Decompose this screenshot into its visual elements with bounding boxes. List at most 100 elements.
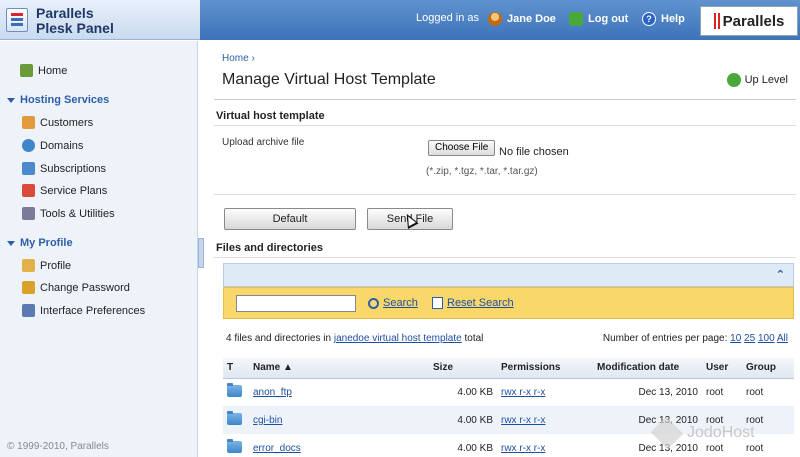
sidebar-item-label: Tools & Utilities — [40, 207, 115, 220]
choose-file-button[interactable]: Choose File — [428, 140, 496, 156]
up-level-link[interactable]: Up Level — [726, 73, 788, 87]
reset-search-button[interactable]: Reset Search — [432, 297, 514, 309]
per-page-label: Number of entries per page: — [602, 333, 728, 344]
watermark-text: JodoHost — [687, 424, 755, 441]
search-label: Search — [383, 297, 418, 309]
section-title-files: Files and directories — [216, 242, 323, 254]
counts-prefix: 4 files and directories in — [226, 333, 332, 344]
logout-link[interactable]: Log out — [569, 12, 628, 26]
up-level-icon — [726, 73, 741, 87]
sidebar-section-hosting[interactable]: Hosting Services — [7, 94, 109, 106]
col-group[interactable]: Group — [742, 358, 794, 379]
divider — [214, 194, 796, 195]
sidebar-item-tools[interactable]: Tools & Utilities — [22, 207, 115, 220]
items-count: 4 files and directories in janedoe virtu… — [226, 333, 483, 344]
sidebar-item-subscriptions[interactable]: Subscriptions — [22, 162, 106, 175]
file-size: 4.00 KB — [429, 406, 497, 434]
folder-icon — [227, 410, 242, 425]
sidebar-item-domains[interactable]: Domains — [22, 139, 83, 152]
permissions-link[interactable]: rwx r-x r-x — [501, 443, 545, 454]
service-plans-icon — [22, 184, 35, 197]
sidebar: Home Hosting Services Customers Domains … — [0, 41, 198, 457]
logo-line2: Plesk Panel — [36, 20, 114, 36]
per-page-25[interactable]: 25 — [744, 333, 755, 344]
sort-asc-icon: ▲ — [283, 362, 293, 374]
logout-label: Log out — [588, 13, 629, 25]
file-types-hint: (*.zip, *.tgz, *.tar, *.tar.gz) — [426, 166, 538, 177]
plesk-logo[interactable]: Parallels Plesk Panel — [6, 6, 114, 36]
chevron-down-icon — [7, 97, 15, 103]
per-page-all[interactable]: All — [777, 333, 788, 344]
list-toolbar: ⌃ — [223, 263, 794, 287]
divider — [214, 99, 796, 100]
user-icon — [488, 12, 502, 26]
col-type[interactable]: T — [223, 358, 249, 379]
sidebar-item-label: Interface Preferences — [40, 304, 146, 317]
divider — [214, 257, 796, 258]
search-icon — [368, 297, 379, 309]
logout-icon — [569, 12, 583, 26]
reset-search-label: Reset Search — [447, 297, 514, 309]
customers-icon — [22, 116, 35, 129]
sidebar-item-interface-preferences[interactable]: Interface Preferences — [22, 304, 145, 317]
help-link[interactable]: ? Help — [642, 12, 685, 26]
header: Parallels Plesk Panel Logged in as Jane … — [0, 0, 800, 40]
brand-text: Parallels — [722, 12, 785, 30]
modification-date: Dec 13, 2010 — [638, 386, 699, 398]
sidebar-item-change-password[interactable]: Change Password — [22, 281, 130, 294]
collapse-up-icon[interactable]: ⌃ — [776, 268, 785, 281]
per-page-10[interactable]: 10 — [730, 333, 741, 344]
copyright: © 1999-2010, Parallels — [7, 441, 109, 452]
col-size[interactable]: Size — [429, 358, 497, 379]
domains-icon — [22, 139, 35, 152]
page-title: Manage Virtual Host Template — [222, 71, 436, 88]
file-name-link[interactable]: cgi-bin — [253, 415, 282, 426]
sidebar-item-customers[interactable]: Customers — [22, 116, 93, 129]
search-bar: Search Reset Search — [223, 287, 794, 319]
parallels-bars-icon — [713, 13, 720, 29]
sidebar-item-home[interactable]: Home — [20, 64, 67, 77]
sidebar-item-profile[interactable]: Profile — [22, 259, 71, 272]
subscriptions-icon — [22, 162, 35, 175]
col-name-label[interactable]: Name — [253, 362, 280, 373]
divider — [214, 125, 796, 126]
file-name-link[interactable]: error_docs — [253, 443, 301, 454]
up-level-label: Up Level — [744, 74, 788, 86]
col-permissions[interactable]: Permissions — [497, 358, 593, 379]
logged-in-as-label: Logged in as — [416, 12, 479, 24]
col-user[interactable]: User — [702, 358, 742, 379]
sidebar-item-label: Profile — [40, 259, 72, 272]
sidebar-item-service-plans[interactable]: Service Plans — [22, 184, 107, 197]
file-name-link[interactable]: anon_ftp — [253, 387, 292, 398]
counts-suffix: total — [464, 333, 484, 344]
file-group: root — [746, 386, 764, 398]
tools-icon — [22, 207, 35, 220]
table-row: anon_ftp 4.00 KB rwx r-x r-x Dec 13, 201… — [223, 378, 794, 406]
main-content: Home › Manage Virtual Host Template Up L… — [204, 41, 800, 457]
permissions-link[interactable]: rwx r-x r-x — [501, 415, 545, 426]
col-modification-date[interactable]: Modification date — [593, 358, 702, 379]
search-button[interactable]: Search — [368, 297, 418, 309]
sidebar-item-label: Customers — [40, 116, 94, 129]
search-input[interactable] — [236, 295, 356, 312]
user-link[interactable]: Jane Doe — [488, 12, 556, 26]
permissions-link[interactable]: rwx r-x r-x — [501, 387, 545, 398]
section-label: My Profile — [20, 237, 73, 249]
user-name: Jane Doe — [507, 13, 556, 25]
key-icon — [22, 281, 35, 294]
parallels-brand-logo: Parallels — [700, 6, 798, 36]
sidebar-item-label: Domains — [40, 139, 84, 152]
reset-search-icon — [432, 297, 443, 309]
per-page-100[interactable]: 100 — [758, 333, 775, 344]
sidebar-section-my-profile[interactable]: My Profile — [7, 237, 73, 249]
profile-icon — [22, 259, 35, 272]
watermark: JodoHost — [650, 416, 755, 450]
col-name[interactable]: Name ▲ — [249, 358, 429, 379]
template-link[interactable]: janedoe virtual host template — [334, 333, 462, 344]
sidebar-item-label: Home — [38, 64, 68, 77]
breadcrumb-home[interactable]: Home — [222, 53, 249, 64]
sidebar-item-label: Service Plans — [40, 184, 108, 197]
chevron-down-icon — [7, 240, 15, 246]
breadcrumb[interactable]: Home › — [222, 53, 255, 64]
default-button[interactable]: Default — [224, 208, 356, 230]
